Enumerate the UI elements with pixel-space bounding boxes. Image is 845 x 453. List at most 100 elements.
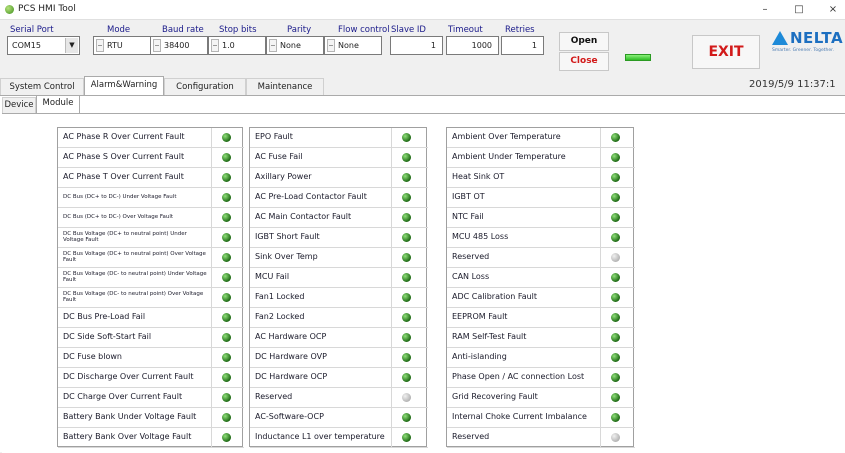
alarm-label: Ambient Under Temperature xyxy=(452,152,566,162)
status-led-icon xyxy=(611,353,620,362)
status-led-icon xyxy=(402,233,411,242)
alarm-label: CAN Loss xyxy=(452,272,490,282)
alarm-label: DC Bus (DC+ to DC-) Over Voltage Fault xyxy=(63,213,174,220)
logo-tagline: Smarter. Greener. Together. xyxy=(772,48,834,53)
tab-configuration[interactable]: Configuration xyxy=(164,78,246,95)
close-window-button[interactable]: × xyxy=(820,2,845,18)
alarm-led-cell xyxy=(211,328,244,347)
alarm-label: Sink Over Temp xyxy=(255,252,318,262)
alarm-led-cell xyxy=(600,328,635,347)
alarm-label: DC Side Soft-Start Fail xyxy=(63,332,152,342)
subtab-module[interactable]: Module xyxy=(36,95,80,113)
status-led-icon xyxy=(402,273,411,282)
alarm-led-cell xyxy=(600,248,635,267)
alarm-label: Anti-islanding xyxy=(452,352,507,362)
alarm-label: Axillary Power xyxy=(255,172,312,182)
alarm-label: IGBT OT xyxy=(452,192,485,202)
alarm-row: Fan1 Locked xyxy=(250,288,428,308)
alarm-led-cell xyxy=(211,388,244,407)
alarm-row: Heat Sink OT xyxy=(447,168,635,188)
status-led-icon xyxy=(402,413,411,422)
alarm-column-1: AC Phase R Over Current Fault AC Phase S … xyxy=(57,127,244,448)
flow-control-value: None xyxy=(338,41,359,50)
alarm-led-cell xyxy=(600,288,635,307)
status-led-icon xyxy=(611,173,620,182)
tab-system-control[interactable]: System Control xyxy=(0,78,84,95)
serial-port-select[interactable]: COM15 ▼ xyxy=(7,36,80,55)
alarm-row: Fan2 Locked xyxy=(250,308,428,328)
alarm-led-cell xyxy=(211,288,244,307)
status-led-icon xyxy=(611,253,620,262)
alarm-led-cell xyxy=(600,168,635,187)
alarm-row: AC Fuse Fail xyxy=(250,148,428,168)
alarm-row: DC Hardware OCP xyxy=(250,368,428,388)
slave-id-field[interactable]: 1 xyxy=(390,36,443,55)
alarm-row: Anti-islanding xyxy=(447,348,635,368)
status-led-icon xyxy=(222,413,231,422)
alarm-row: DC Bus (DC+ to DC-) Over Voltage Fault xyxy=(58,208,244,228)
title-bar: PCS HMI Tool – □ × xyxy=(0,0,845,20)
baud-rate-select[interactable]: 38400 xyxy=(150,36,208,55)
alarm-row: ADC Calibration Fault xyxy=(447,288,635,308)
alarm-row: CAN Loss xyxy=(447,268,635,288)
alarm-label: RAM Self-Test Fault xyxy=(452,332,527,342)
alarm-row: AC Phase T Over Current Fault xyxy=(58,168,244,188)
alarm-label: Phase Open / AC connection Lost xyxy=(452,372,585,382)
alarm-led-cell xyxy=(211,428,244,447)
alarm-row: AC Phase R Over Current Fault xyxy=(58,128,244,148)
alarm-label: EEPROM Fault xyxy=(452,312,508,322)
alarm-row: AC Pre-Load Contactor Fault xyxy=(250,188,428,208)
baud-rate-value: 38400 xyxy=(164,41,190,50)
alarm-row: IGBT OT xyxy=(447,188,635,208)
subtab-device[interactable]: Device xyxy=(2,97,36,113)
status-led-icon xyxy=(222,373,231,382)
alarm-led-cell xyxy=(211,348,244,367)
alarm-led-cell xyxy=(600,208,635,227)
alarm-row: Axillary Power xyxy=(250,168,428,188)
status-led-icon xyxy=(611,233,620,242)
main-tab-bar: System Control Alarm&Warning Configurati… xyxy=(0,76,845,95)
status-led-icon xyxy=(222,253,231,262)
mode-select[interactable]: RTU xyxy=(93,36,151,55)
close-button[interactable]: Close xyxy=(559,52,609,71)
alarm-label: Reserved xyxy=(452,432,490,442)
status-led-icon xyxy=(222,333,231,342)
stop-bits-select[interactable]: 1.0 xyxy=(208,36,266,55)
status-led-icon xyxy=(611,153,620,162)
alarm-led-cell xyxy=(391,308,428,327)
alarm-led-cell xyxy=(211,148,244,167)
alarm-label: Grid Recovering Fault xyxy=(452,392,538,402)
alarm-row: DC Side Soft-Start Fail xyxy=(58,328,244,348)
status-led-icon xyxy=(402,213,411,222)
tab-maintenance[interactable]: Maintenance xyxy=(246,78,324,95)
alarm-row: Reserved xyxy=(447,428,635,448)
flow-control-select[interactable]: None xyxy=(324,36,382,55)
connection-settings: Serial Port COM15 ▼ Mode RTU Baud rate 3… xyxy=(0,21,845,77)
serial-port-label: Serial Port xyxy=(10,25,54,35)
alarm-led-cell xyxy=(391,428,428,447)
maximize-button[interactable]: □ xyxy=(786,2,812,18)
alarm-row: Sink Over Temp xyxy=(250,248,428,268)
status-led-icon xyxy=(402,293,411,302)
alarm-led-cell xyxy=(211,188,244,207)
parity-select[interactable]: None xyxy=(266,36,324,55)
retries-field[interactable]: 1 xyxy=(501,36,544,55)
open-button[interactable]: Open xyxy=(559,32,609,51)
alarm-row: MCU 485 Loss xyxy=(447,228,635,248)
status-led-icon xyxy=(402,313,411,322)
alarm-led-cell xyxy=(211,368,244,387)
status-led-icon xyxy=(402,193,411,202)
exit-button[interactable]: EXIT xyxy=(692,35,760,69)
module-alarm-panel: AC Phase R Over Current Fault AC Phase S … xyxy=(2,113,845,453)
alarm-label: Battery Bank Over Voltage Fault xyxy=(63,432,192,442)
tab-alarm-warning[interactable]: Alarm&Warning xyxy=(84,76,164,95)
timeout-field[interactable]: 1000 xyxy=(446,36,499,55)
status-led-icon xyxy=(611,393,620,402)
minimize-button[interactable]: – xyxy=(752,2,778,18)
status-led-icon xyxy=(611,413,620,422)
status-led-icon xyxy=(402,133,411,142)
alarm-label: AC Phase S Over Current Fault xyxy=(63,152,185,162)
datetime-display: 2019/5/9 11:37:1 xyxy=(749,79,836,90)
alarm-label: DC Bus (DC+ to DC-) Under Voltage Fault xyxy=(63,193,177,200)
alarm-label: IGBT Short Fault xyxy=(255,232,320,242)
